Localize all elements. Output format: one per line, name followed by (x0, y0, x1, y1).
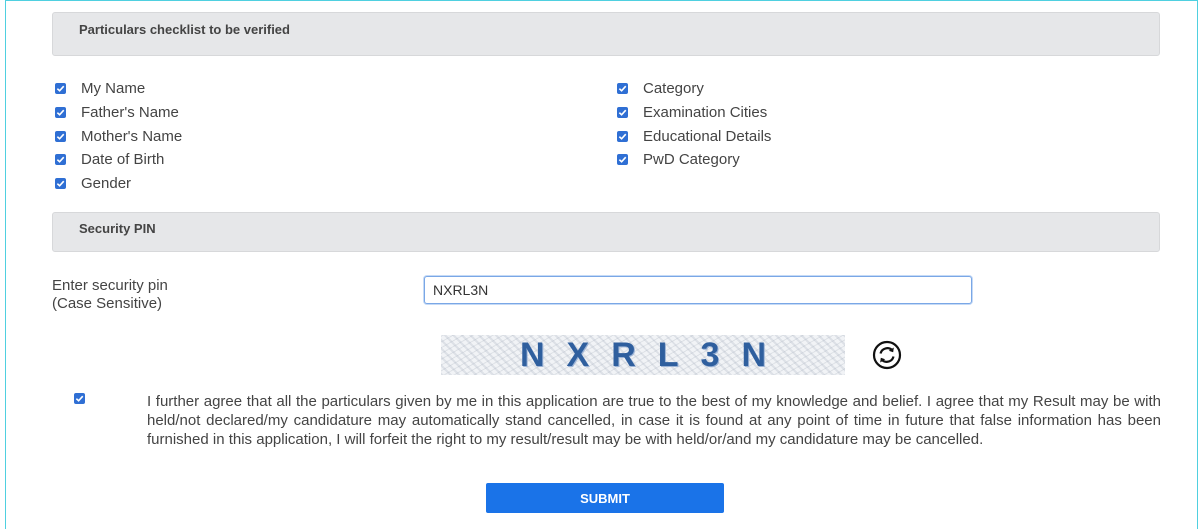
declaration-text: I further agree that all the particulars… (147, 393, 1161, 448)
security-pin-header: Security PIN (52, 212, 1160, 252)
check-icon[interactable] (55, 106, 66, 118)
security-pin-label: Enter security pin (Case Sensitive) (52, 277, 312, 313)
captcha-image: NXRL3N (441, 335, 845, 375)
checklist-item-educational-details[interactable]: Educational Details (617, 126, 771, 146)
checklist-item-fathers-name[interactable]: Father's Name (55, 102, 179, 122)
check-icon[interactable] (617, 82, 628, 94)
checklist-item-category[interactable]: Category (617, 78, 704, 98)
checklist-label: Educational Details (643, 127, 772, 145)
checklist-item-gender[interactable]: Gender (55, 173, 131, 193)
security-pin-label-line2: (Case Sensitive) (52, 295, 163, 312)
checklist-label: Category (643, 79, 704, 97)
check-icon[interactable] (617, 130, 628, 142)
check-icon[interactable] (617, 106, 628, 118)
checklist-label: Father's Name (81, 103, 179, 121)
checklist-label: Gender (81, 174, 132, 192)
security-pin-label-line1: Enter security pin (52, 277, 168, 294)
security-pin-input[interactable] (424, 276, 972, 304)
submit-button[interactable]: SUBMIT (486, 483, 724, 513)
checklist-label: My Name (81, 79, 146, 97)
check-icon[interactable] (55, 177, 66, 189)
checklist-label: Date of Birth (81, 150, 165, 168)
checklist-label: Examination Cities (643, 103, 768, 121)
particulars-checklist-header: Particulars checklist to be verified (52, 12, 1160, 56)
check-icon[interactable] (617, 153, 628, 165)
checklist-item-pwd-category[interactable]: PwD Category (617, 149, 740, 169)
check-icon[interactable] (55, 130, 66, 142)
check-icon[interactable] (55, 82, 66, 94)
check-icon[interactable] (55, 153, 66, 165)
security-pin-title: Security PIN (79, 221, 156, 236)
particulars-checklist-title: Particulars checklist to be verified (79, 22, 290, 37)
checklist-label: Mother's Name (81, 127, 183, 145)
checklist-item-examination-cities[interactable]: Examination Cities (617, 102, 767, 122)
checklist-item-my-name[interactable]: My Name (55, 78, 145, 98)
form-frame (5, 0, 1198, 529)
refresh-icon[interactable] (871, 339, 903, 371)
declaration-checkbox[interactable] (74, 393, 85, 404)
captcha-text: NXRL3N (519, 335, 789, 374)
checklist-item-mothers-name[interactable]: Mother's Name (55, 126, 182, 146)
checklist-label: PwD Category (643, 150, 740, 168)
checklist-item-date-of-birth[interactable]: Date of Birth (55, 149, 164, 169)
